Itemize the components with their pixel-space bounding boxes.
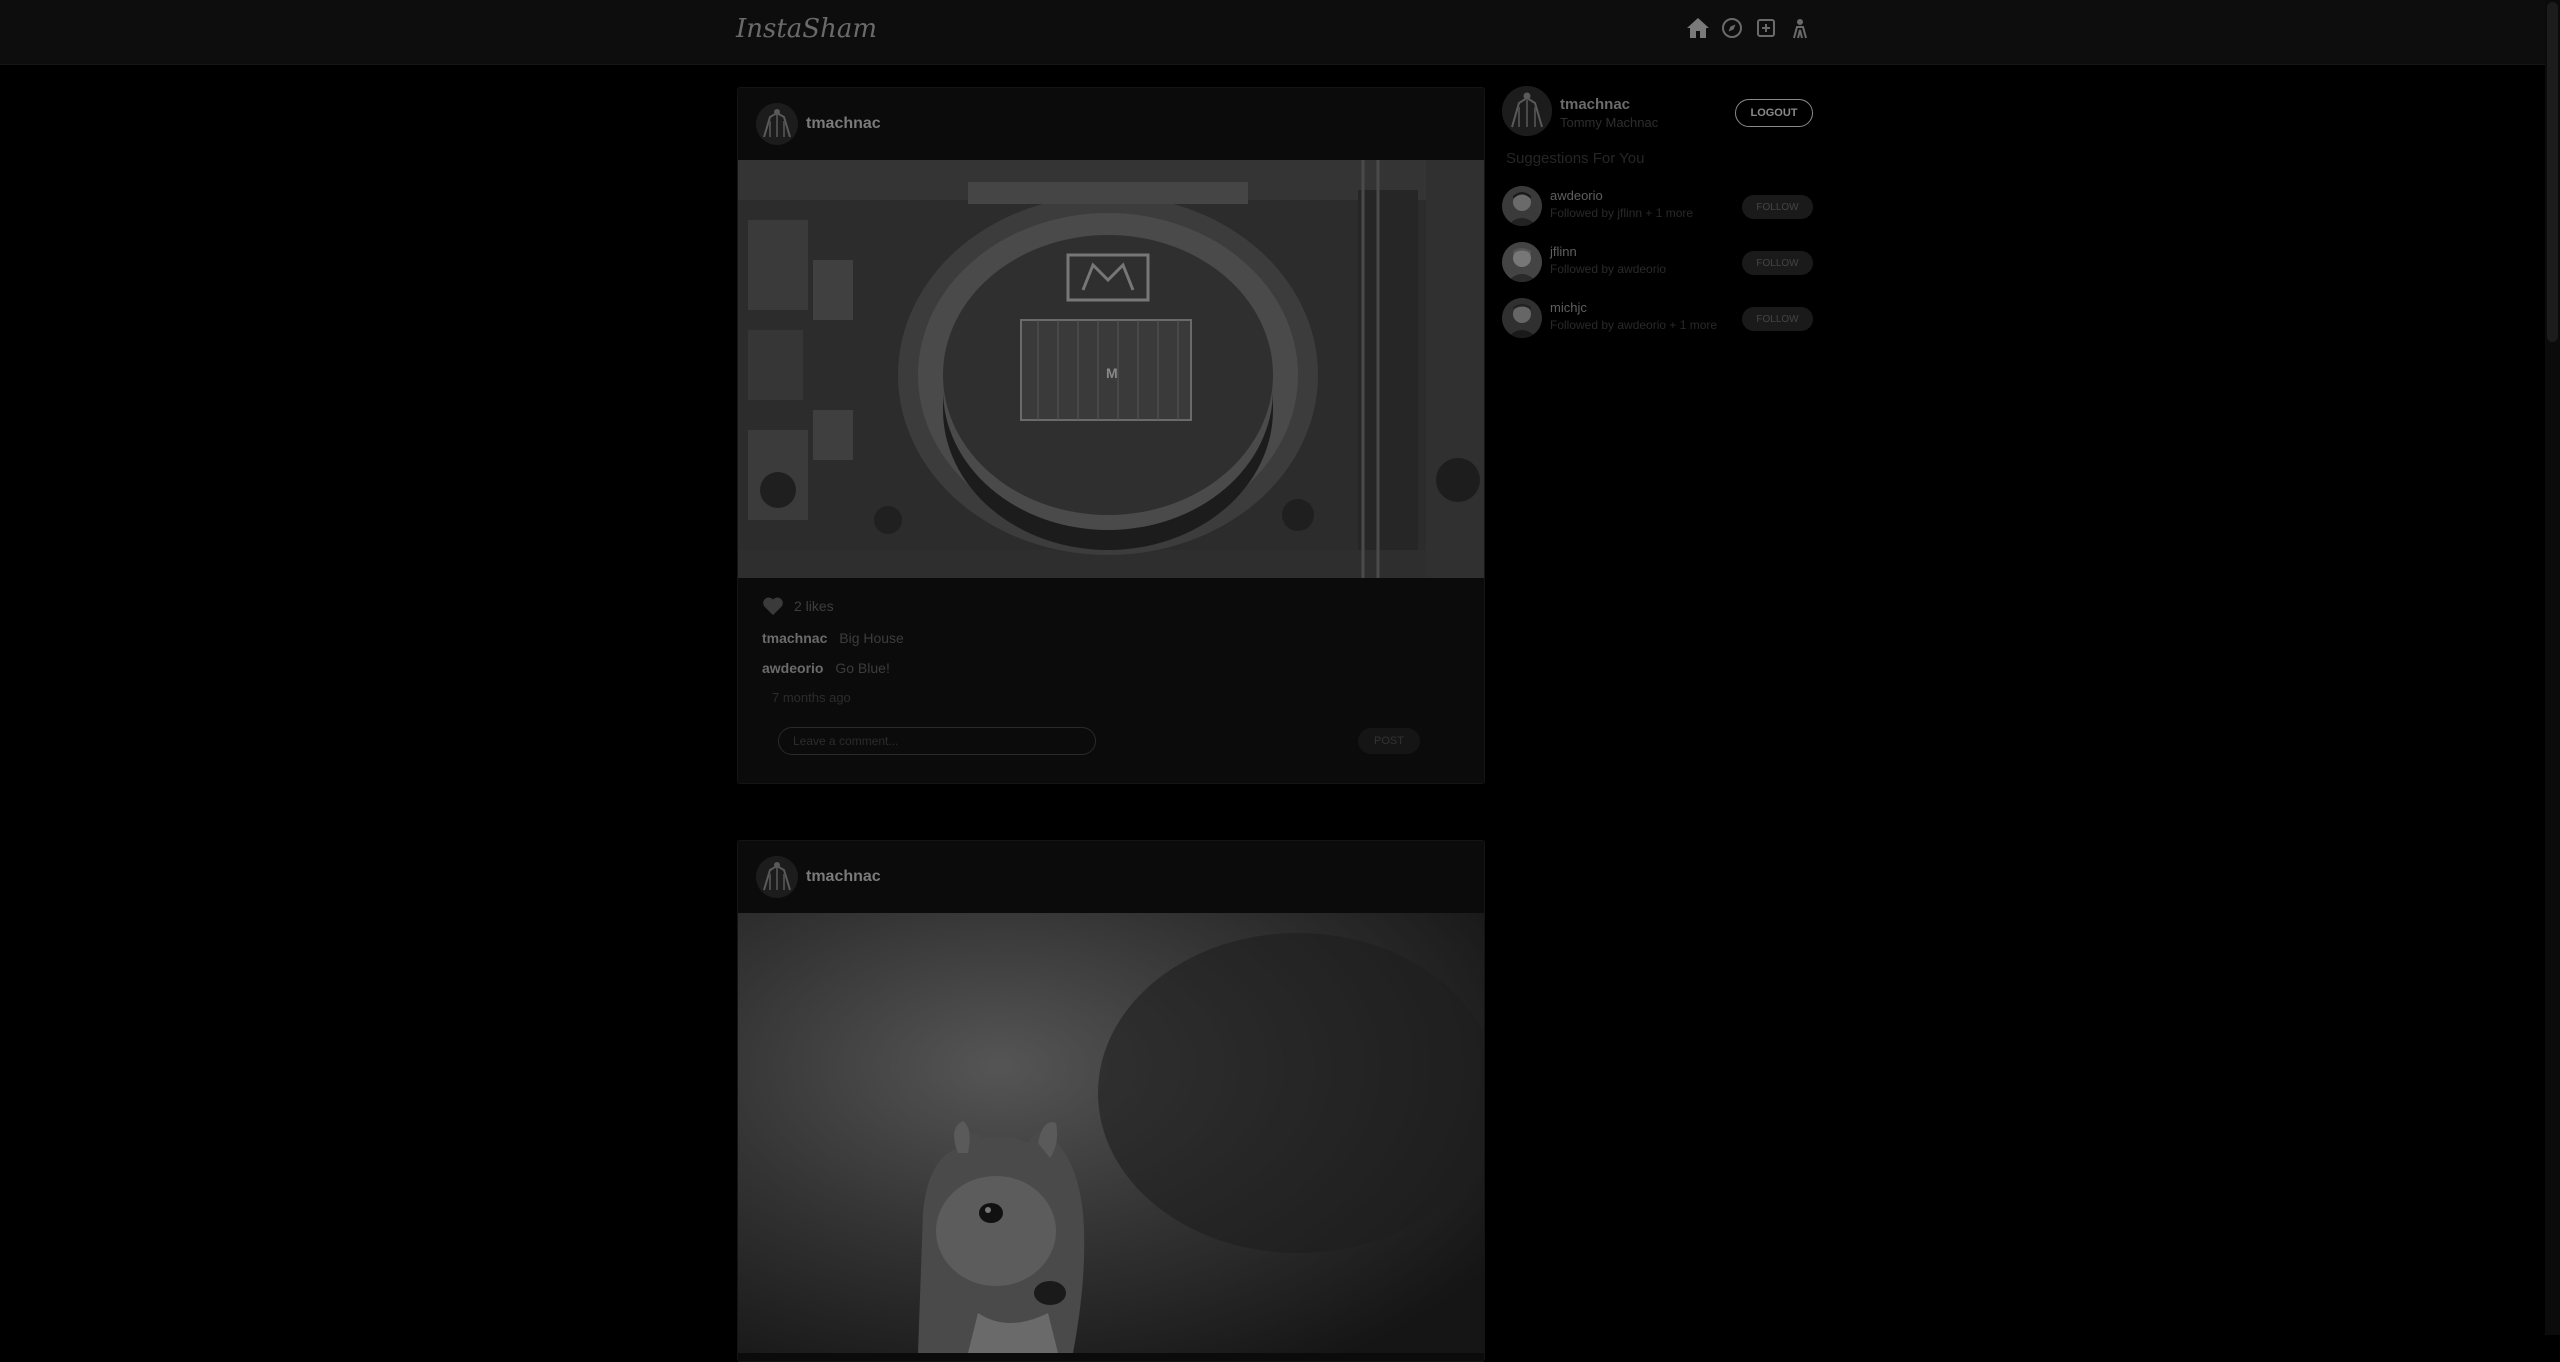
comment: awdeorio Go Blue! [762,660,1460,678]
create-post-icon[interactable] [1754,16,1778,40]
suggestion-item: michjc Followed by awdeorio + 1 more FOL… [1502,292,1814,348]
top-navbar: InstaSham [0,0,2545,65]
post-author-username[interactable]: tmachnac [806,115,881,133]
app-logo[interactable]: InstaSham [736,14,877,44]
current-user: tmachnac Tommy Machnac LOGOUT [1502,86,1814,146]
post-header: tmachnac [738,841,1484,913]
post-comment-button[interactable]: POST [1358,728,1420,754]
suggestion-item: jflinn Followed by awdeorio FOLLOW [1502,236,1814,292]
suggestion-avatar[interactable] [1502,186,1542,226]
heart-icon[interactable] [762,596,784,616]
post-image[interactable] [738,913,1484,1353]
post-card: tmachnac M 2 likes tmachnac Big House aw… [737,87,1485,784]
comment-text: Big House [839,630,904,646]
post-timestamp[interactable]: 7 months ago [772,690,1460,705]
nav-icons [1686,16,1812,40]
explore-icon[interactable] [1720,16,1744,40]
suggestion-avatar[interactable] [1502,298,1542,338]
post-author-avatar[interactable] [756,856,798,898]
suggestions-title: Suggestions For You [1506,150,1645,167]
current-user-username[interactable]: tmachnac [1560,96,1630,113]
suggestion-subtitle: Followed by jflinn + 1 more [1550,206,1694,220]
likes-row: 2 likes [762,594,1460,618]
follow-button[interactable]: FOLLOW [1742,307,1813,331]
comment-username[interactable]: awdeorio [762,660,823,676]
suggestion-avatar[interactable] [1502,242,1542,282]
post-body: 2 likes tmachnac Big House awdeorio Go B… [738,578,1484,783]
profile-icon[interactable] [1788,16,1812,40]
post-author-avatar[interactable] [756,103,798,145]
logout-button[interactable]: LOGOUT [1735,99,1813,127]
follow-button[interactable]: FOLLOW [1742,251,1813,275]
post-card: tmachnac [737,840,1485,1362]
follow-button[interactable]: FOLLOW [1742,195,1813,219]
suggestion-subtitle: Followed by awdeorio [1550,262,1667,276]
suggestion-subtitle: Followed by awdeorio + 1 more [1550,318,1718,332]
likes-count: 2 likes [794,598,834,614]
scrollbar-thumb[interactable] [2547,2,2558,342]
suggestion-username[interactable]: michjc [1550,300,1587,315]
comment-form: POST [762,723,1460,763]
page-scrollbar[interactable] [2545,0,2560,1335]
suggestion-username[interactable]: awdeorio [1550,188,1603,203]
home-icon[interactable] [1686,16,1710,40]
current-user-avatar[interactable] [1502,86,1552,136]
suggestion-item: awdeorio Followed by jflinn + 1 more FOL… [1502,180,1814,236]
sidebar: tmachnac Tommy Machnac LOGOUT Suggestion… [1502,86,1814,348]
suggestion-username[interactable]: jflinn [1550,244,1577,259]
comment-text: Go Blue! [835,660,890,676]
comment: tmachnac Big House [762,630,1460,648]
comment-input[interactable] [778,727,1096,755]
svg-text:M: M [1106,365,1118,381]
post-header: tmachnac [738,88,1484,160]
comment-username[interactable]: tmachnac [762,630,827,646]
post-author-username[interactable]: tmachnac [806,868,881,886]
current-user-fullname: Tommy Machnac [1560,115,1659,130]
post-image[interactable]: M [738,160,1484,578]
